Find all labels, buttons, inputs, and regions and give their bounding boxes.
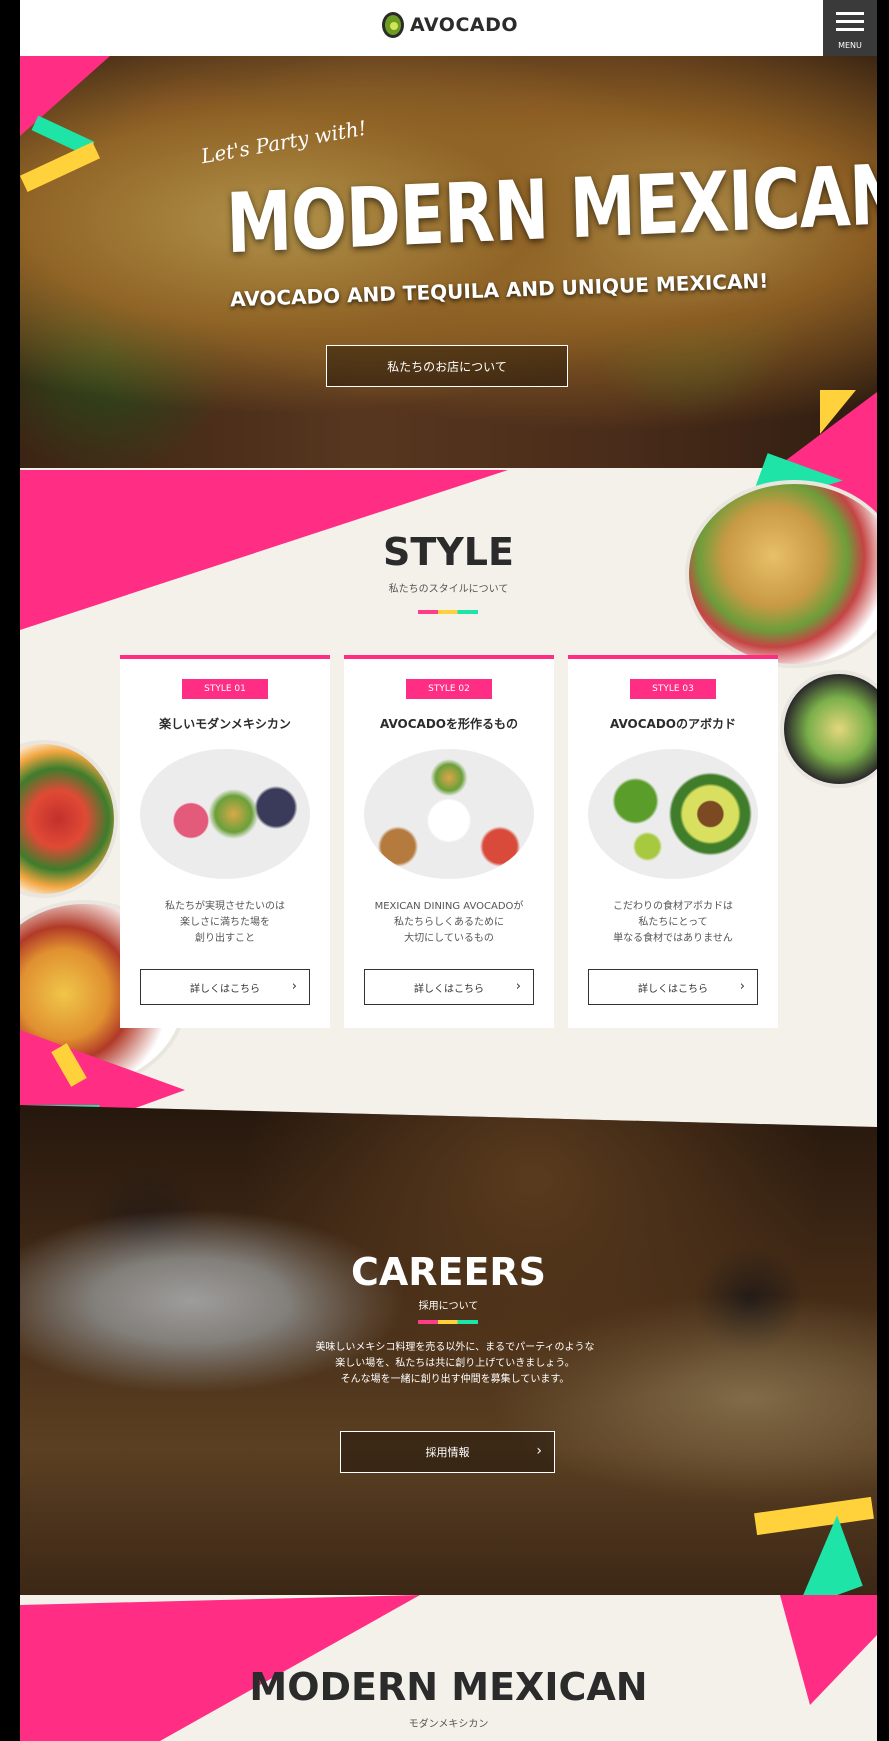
card-description: 私たちが実現させたいのは 楽しさに満ちた場を 創り出すこと xyxy=(165,901,285,944)
style-card-3: STYLE 03 AVOCADOのアボカド こだわりの食材アボカドは 私たちにと… xyxy=(568,655,778,1028)
careers-subtitle: 採用について xyxy=(418,1301,479,1312)
bottom-subtitle: モダンメキシカン xyxy=(408,1719,489,1730)
card-description: MEXICAN DINING AVOCADOが 私たちらしくあるために 大切にし… xyxy=(374,901,524,944)
recruit-info-button[interactable]: 採用情報 › xyxy=(340,1431,555,1473)
card-button-label: 詳しくはこちら xyxy=(414,983,484,995)
card-badge: STYLE 02 xyxy=(406,679,492,699)
careers-title: CAREERS xyxy=(350,1250,547,1294)
card-badge: STYLE 03 xyxy=(630,679,716,699)
card-badge: STYLE 01 xyxy=(182,679,268,699)
card-button-label: 詳しくはこちら xyxy=(638,983,708,995)
party-illustration-icon xyxy=(140,749,310,879)
careers-description: 美味しいメキシコ料理を売る以外に、まるでパーティのような 楽しい場を、私たちは共… xyxy=(315,1342,595,1385)
hamburger-icon xyxy=(836,12,864,36)
menu-label: MENU xyxy=(838,41,862,50)
chevron-right-icon: › xyxy=(536,1443,542,1459)
bottom-title: MODERN MEXICAN xyxy=(249,1665,648,1709)
menu-button[interactable]: MENU xyxy=(823,0,877,56)
card-description: こだわりの食材アボカドは 私たちにとって 単なる食材ではありません xyxy=(613,901,733,944)
chevron-right-icon: › xyxy=(291,979,297,994)
card-detail-button[interactable]: 詳しくはこちら › xyxy=(588,969,758,1005)
style-divider xyxy=(418,610,478,614)
card-title: 楽しいモダンメキシカン xyxy=(159,717,291,731)
yellow-triangle-decoration xyxy=(820,390,856,434)
card-title: AVOCADOのアボカド xyxy=(609,717,736,731)
logo-text: AVOCADO xyxy=(410,14,519,36)
careers-divider xyxy=(418,1320,478,1324)
page: AVOCADO MENU Let's Party with! MODERN ME… xyxy=(20,0,877,1741)
card-detail-button[interactable]: 詳しくはこちら › xyxy=(364,969,534,1005)
card-button-label: 詳しくはこちら xyxy=(190,983,260,995)
recruit-button-label: 採用情報 xyxy=(425,1446,470,1459)
card-detail-button[interactable]: 詳しくはこちら › xyxy=(140,969,310,1005)
style-card-1: STYLE 01 楽しいモダンメキシカン 私たちが実現させたいのは 楽しさに満ち… xyxy=(120,655,330,1028)
style-section-title: STYLE xyxy=(383,530,514,574)
style-section-subtitle: 私たちのスタイルについて xyxy=(388,584,509,595)
modern-mexican-illustration-icon xyxy=(364,749,534,879)
site-logo[interactable]: AVOCADO xyxy=(382,12,518,38)
hero-banner: Let's Party with! MODERN MEXICAN AVOCADO… xyxy=(20,56,877,468)
careers-section: CAREERS 採用について 美味しいメキシコ料理を売る以外に、まるでパーティの… xyxy=(20,1105,877,1595)
modern-mexican-section: MODERN MEXICAN モダンメキシカン xyxy=(20,1595,877,1741)
avocado-logo-icon xyxy=(382,12,404,38)
chevron-right-icon: › xyxy=(515,979,521,994)
style-card-2: STYLE 02 AVOCADOを形作るもの MEXICAN DINING AV… xyxy=(344,655,554,1028)
about-shop-button[interactable]: 私たちのお店について xyxy=(326,345,568,387)
avocado-illustration-icon xyxy=(588,749,758,879)
chevron-right-icon: › xyxy=(739,979,745,994)
card-title: AVOCADOを形作るもの xyxy=(379,717,518,731)
site-header: AVOCADO MENU xyxy=(20,0,877,56)
